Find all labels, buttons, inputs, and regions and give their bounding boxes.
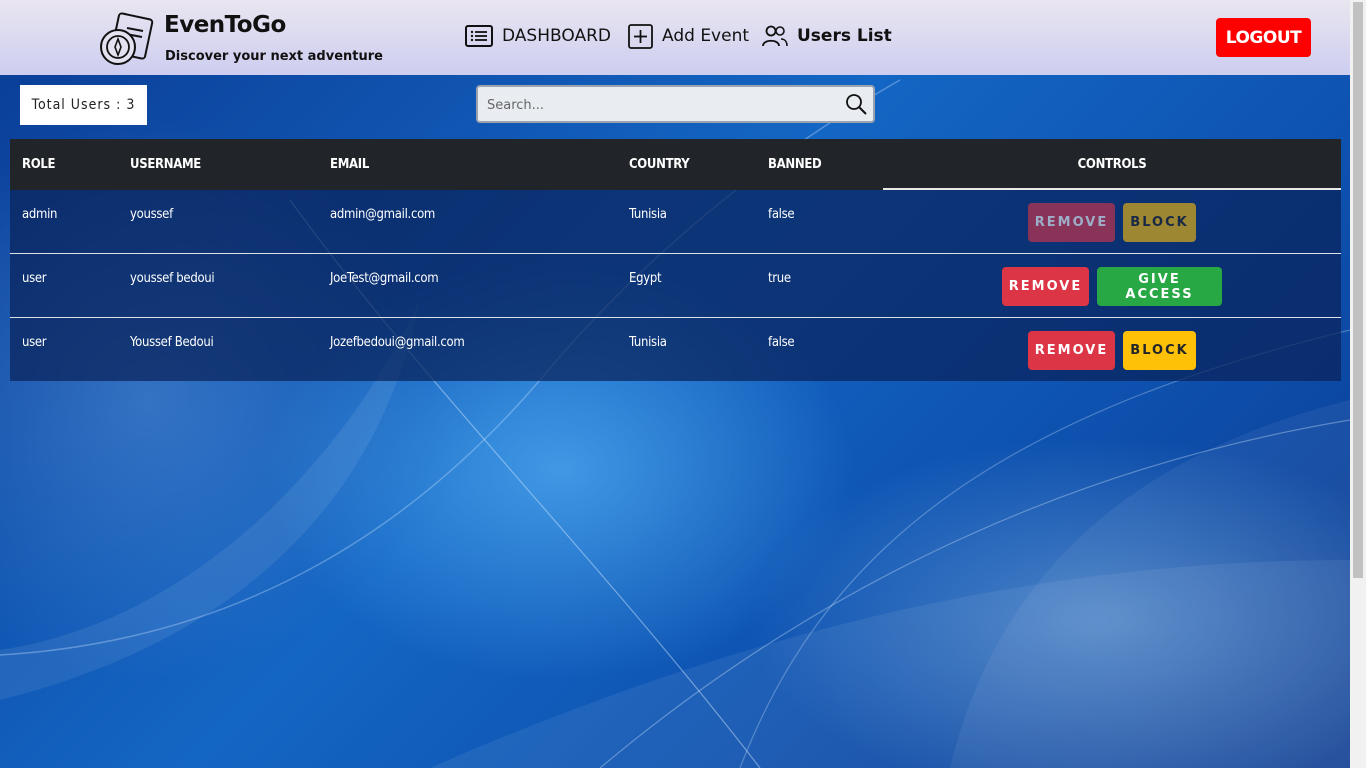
cell-country: Tunisia	[629, 207, 667, 222]
nav-dashboard-label: DASHBOARD	[502, 26, 611, 46]
cell-email: Jozefbedoui@gmail.com	[330, 335, 465, 350]
row-controls: REMOVE GIVE ACCESS	[883, 267, 1341, 306]
nav-add-event-label: Add Event	[662, 26, 750, 46]
cell-country: Egypt	[629, 271, 662, 286]
table-row: user youssef bedoui JoeTest@gmail.com Eg…	[10, 254, 1341, 318]
nav-dashboard[interactable]: DASHBOARD	[465, 22, 611, 50]
cell-email: admin@gmail.com	[330, 207, 436, 222]
logout-button[interactable]: LOGOUT	[1216, 18, 1311, 57]
header-banned: BANNED	[768, 157, 822, 172]
table-row: user Youssef Bedoui Jozefbedoui@gmail.co…	[10, 318, 1341, 381]
header-email: EMAIL	[330, 157, 369, 172]
cell-username: youssef	[130, 207, 173, 222]
nav-users-list[interactable]: Users List	[762, 22, 892, 50]
block-button[interactable]: BLOCK	[1123, 203, 1196, 242]
users-icon	[762, 25, 788, 47]
brand-subtitle: Discover your next adventure	[165, 49, 383, 64]
header-country: COUNTRY	[629, 157, 690, 172]
cell-banned: true	[768, 271, 791, 286]
header-username: USERNAME	[130, 157, 201, 172]
remove-button[interactable]: REMOVE	[1028, 203, 1115, 242]
search-input[interactable]	[487, 94, 827, 116]
cell-username: youssef bedoui	[130, 271, 215, 286]
list-icon	[465, 25, 493, 47]
cell-banned: false	[768, 335, 795, 350]
vertical-scrollbar[interactable]	[1350, 0, 1366, 768]
total-users-counter: Total Users : 3	[20, 85, 147, 125]
top-navbar: EvenToGo Discover your next adventure DA…	[0, 0, 1350, 75]
brand-title: EvenToGo	[164, 12, 286, 38]
search-box	[476, 85, 875, 123]
nav-users-list-label: Users List	[797, 26, 892, 46]
cell-email: JoeTest@gmail.com	[330, 271, 439, 286]
row-controls: REMOVE BLOCK	[883, 331, 1341, 370]
plus-square-icon	[628, 23, 653, 49]
cell-username: Youssef Bedoui	[130, 335, 214, 350]
table-row: admin youssef admin@gmail.com Tunisia fa…	[10, 190, 1341, 254]
cell-role: user	[22, 335, 47, 350]
cell-role: user	[22, 271, 47, 286]
give-access-button[interactable]: GIVE ACCESS	[1097, 267, 1222, 306]
row-controls: REMOVE BLOCK	[883, 203, 1341, 242]
nav-add-event[interactable]: Add Event	[628, 22, 749, 50]
cell-banned: false	[768, 207, 795, 222]
users-table: ROLE USERNAME EMAIL COUNTRY BANNED CONTR…	[10, 139, 1341, 381]
block-button[interactable]: BLOCK	[1123, 331, 1196, 370]
remove-button[interactable]: REMOVE	[1028, 331, 1115, 370]
passport-compass-logo-icon	[100, 12, 154, 65]
cell-role: admin	[22, 207, 58, 222]
table-header: ROLE USERNAME EMAIL COUNTRY BANNED CONTR…	[10, 139, 1341, 190]
search-icon[interactable]	[844, 92, 868, 116]
scrollbar-thumb[interactable]	[1353, 2, 1363, 578]
remove-button[interactable]: REMOVE	[1002, 267, 1089, 306]
cell-country: Tunisia	[629, 335, 667, 350]
header-role: ROLE	[22, 157, 56, 172]
header-controls: CONTROLS	[1077, 157, 1147, 172]
